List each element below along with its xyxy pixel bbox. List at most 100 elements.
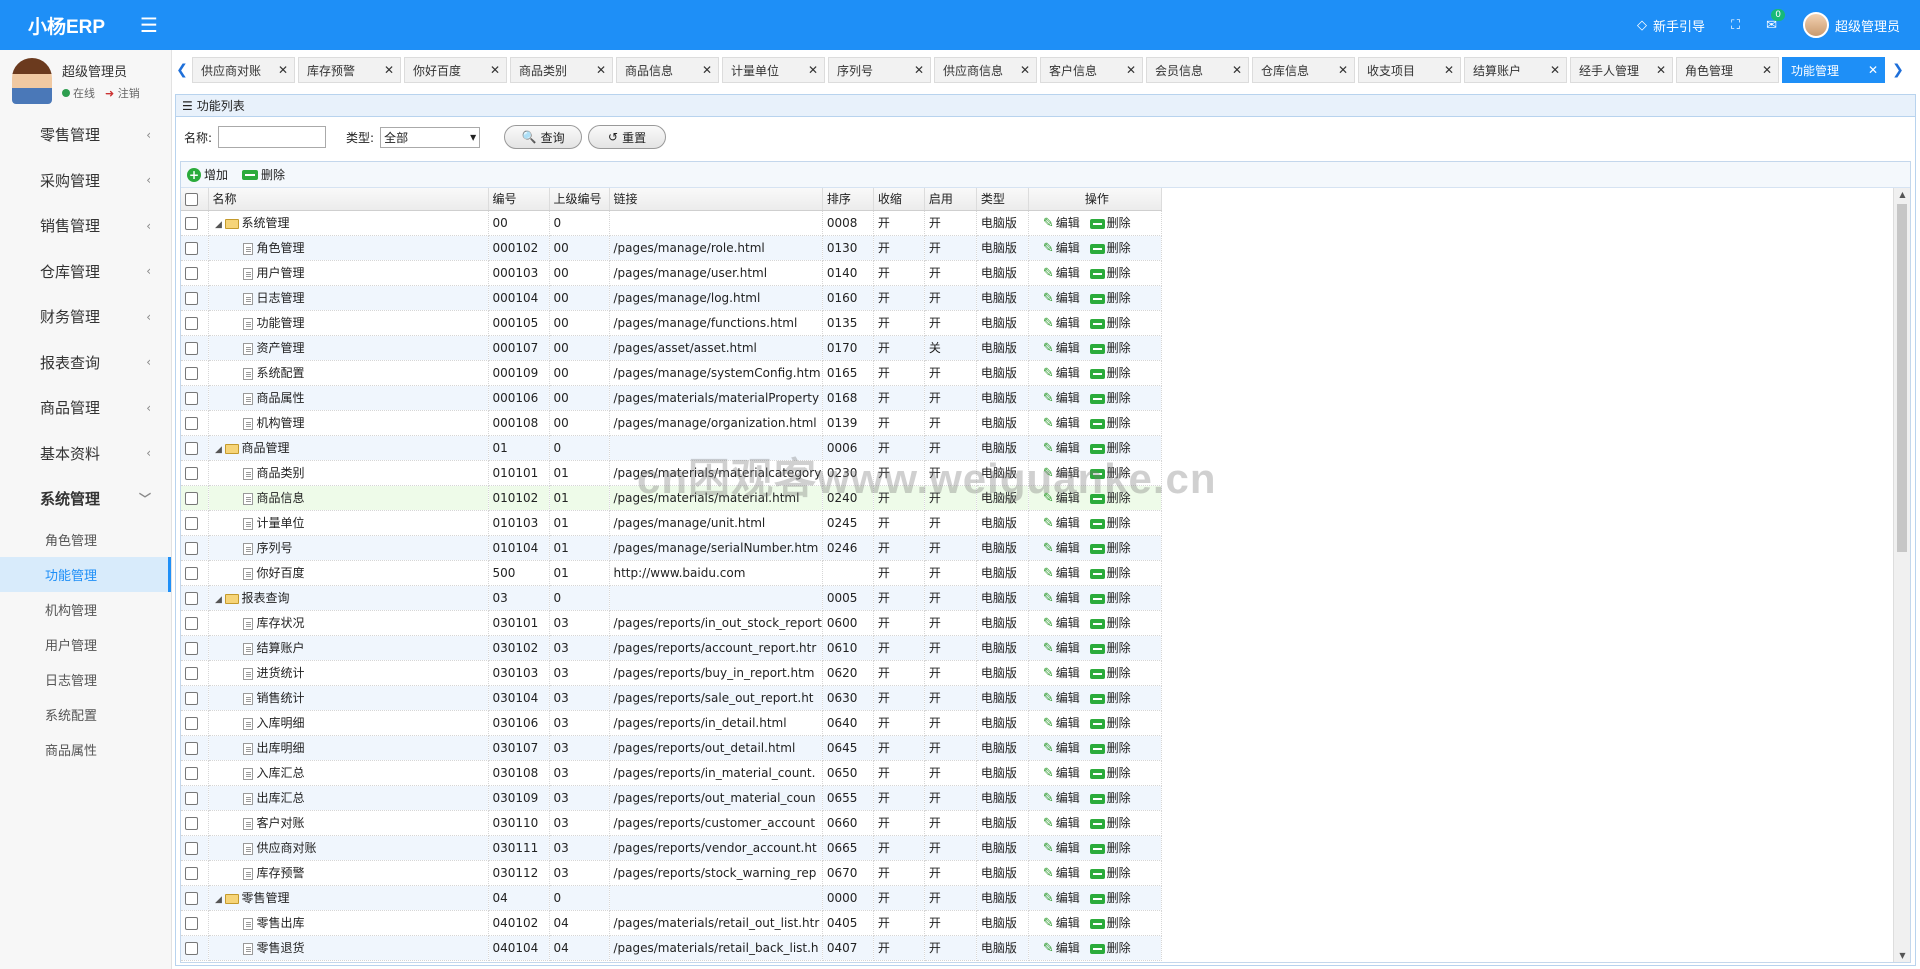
close-icon[interactable]: ✕ xyxy=(808,63,818,77)
row-delete-button[interactable]: 删除 xyxy=(1089,941,1131,955)
tab[interactable]: 结算账户 ✕ xyxy=(1464,57,1567,83)
close-icon[interactable]: ✕ xyxy=(1338,63,1348,77)
tab[interactable]: 角色管理 ✕ xyxy=(1676,57,1779,83)
row-delete-button[interactable]: 删除 xyxy=(1089,766,1131,780)
menu-toggle-icon[interactable]: ☰ xyxy=(140,13,158,37)
tab[interactable]: 商品类别 ✕ xyxy=(510,57,613,83)
table-row[interactable]: 商品类别 010101 01/pages/materials/materialcat… xyxy=(181,460,1162,486)
row-checkbox[interactable] xyxy=(181,510,209,536)
row-checkbox[interactable] xyxy=(181,810,209,836)
edit-button[interactable]: ✎ 编辑 xyxy=(1043,341,1080,356)
row-checkbox[interactable] xyxy=(181,410,209,436)
tab[interactable]: 仓库信息 ✕ xyxy=(1252,57,1355,83)
sidebar-subitem[interactable]: 机构管理 xyxy=(0,592,171,627)
row-checkbox[interactable] xyxy=(181,535,209,561)
row-checkbox[interactable] xyxy=(181,785,209,811)
row-delete-button[interactable]: 删除 xyxy=(1089,391,1131,405)
row-checkbox[interactable] xyxy=(181,635,209,661)
row-checkbox[interactable] xyxy=(181,710,209,736)
row-delete-button[interactable]: 删除 xyxy=(1089,341,1131,355)
row-checkbox[interactable] xyxy=(181,210,209,236)
close-icon[interactable]: ✕ xyxy=(384,63,394,77)
row-checkbox[interactable] xyxy=(181,460,209,486)
col-collapse[interactable]: 收缩 xyxy=(873,188,925,211)
edit-button[interactable]: ✎ 编辑 xyxy=(1043,541,1080,556)
row-checkbox[interactable] xyxy=(181,435,209,461)
logout-link[interactable]: ➜ 注销 xyxy=(105,85,140,101)
edit-button[interactable]: ✎ 编辑 xyxy=(1043,741,1080,756)
row-delete-button[interactable]: 删除 xyxy=(1089,466,1131,480)
edit-button[interactable]: ✎ 编辑 xyxy=(1043,691,1080,706)
row-delete-button[interactable]: 删除 xyxy=(1089,666,1131,680)
vertical-scrollbar[interactable]: ▲ ▼ xyxy=(1893,188,1910,962)
close-icon[interactable]: ✕ xyxy=(278,63,288,77)
delete-button[interactable]: 删除 xyxy=(242,166,285,183)
table-row[interactable]: 零售出库 040102 04/pages/materials/retail_out_… xyxy=(181,910,1162,936)
tab[interactable]: 收支项目 ✕ xyxy=(1358,57,1461,83)
edit-button[interactable]: ✎ 编辑 xyxy=(1043,716,1080,731)
table-row[interactable]: 出库汇总 030109 03/pages/reports/out_material_… xyxy=(181,785,1162,811)
row-checkbox[interactable] xyxy=(181,735,209,761)
tab[interactable]: 供应商信息 ✕ xyxy=(934,57,1037,83)
row-checkbox[interactable] xyxy=(181,910,209,936)
table-row[interactable]: 计量单位 010103 01/pages/manage/unit.html 0245 开… xyxy=(181,510,1162,536)
table-row[interactable]: 库存预警 030112 03/pages/reports/stock_warning… xyxy=(181,860,1162,886)
sidebar-item[interactable]: 报表查询 ‹ xyxy=(0,340,171,386)
table-row[interactable]: 入库汇总 030108 03/pages/reports/in_material_c… xyxy=(181,760,1162,786)
sidebar-item[interactable]: 采购管理 ‹ xyxy=(0,158,171,204)
tab[interactable]: 序列号 ✕ xyxy=(828,57,931,83)
select-all-checkbox[interactable] xyxy=(181,188,209,211)
tree-expand-icon[interactable]: ◢ xyxy=(213,445,225,455)
row-delete-button[interactable]: 删除 xyxy=(1089,441,1131,455)
close-icon[interactable]: ✕ xyxy=(596,63,606,77)
scroll-thumb[interactable] xyxy=(1897,204,1907,552)
table-row[interactable]: ◢ 商品管理 01 0 0006 开开电脑版 ✎ 编辑 删除 xyxy=(181,435,1162,461)
row-delete-button[interactable]: 删除 xyxy=(1089,566,1131,580)
row-checkbox[interactable] xyxy=(181,310,209,336)
table-row[interactable]: 用户管理 000103 00/pages/manage/user.html 0140 开… xyxy=(181,260,1162,286)
row-delete-button[interactable]: 删除 xyxy=(1089,291,1131,305)
table-row[interactable]: 入库明细 030106 03/pages/reports/in_detail.htm… xyxy=(181,710,1162,736)
row-checkbox[interactable] xyxy=(181,260,209,286)
row-checkbox[interactable] xyxy=(181,835,209,861)
table-row[interactable]: 结算账户 030102 03/pages/reports/account_repor… xyxy=(181,635,1162,661)
row-delete-button[interactable]: 删除 xyxy=(1089,641,1131,655)
name-input[interactable] xyxy=(218,126,327,148)
tab[interactable]: 客户信息 ✕ xyxy=(1040,57,1143,83)
sidebar-subitem[interactable]: 日志管理 xyxy=(0,662,171,697)
edit-button[interactable]: ✎ 编辑 xyxy=(1043,441,1080,456)
messages-button[interactable]: ✉ 0 xyxy=(1766,8,1785,33)
edit-button[interactable]: ✎ 编辑 xyxy=(1043,616,1080,631)
sidebar-subitem[interactable]: 角色管理 xyxy=(0,522,171,557)
table-row[interactable]: ◢ 系统管理 00 0 0008 开开电脑版 ✎ 编辑 删除 xyxy=(181,210,1162,236)
sidebar-item[interactable]: 仓库管理 ‹ xyxy=(0,249,171,295)
row-delete-button[interactable]: 删除 xyxy=(1089,816,1131,830)
row-delete-button[interactable]: 删除 xyxy=(1089,241,1131,255)
table-row[interactable]: 你好百度 500 01 http://www.baidu.com 开开电脑版 ✎ 编辑 删除 xyxy=(181,560,1162,586)
edit-button[interactable]: ✎ 编辑 xyxy=(1043,241,1080,256)
guide-button[interactable]: ◇ 新手引导 xyxy=(1637,16,1705,35)
query-button[interactable]: 🔍 查询 xyxy=(504,125,583,149)
row-checkbox[interactable] xyxy=(181,860,209,886)
table-row[interactable]: 机构管理 000108 00/pages/manage/organization.h… xyxy=(181,410,1162,436)
row-checkbox[interactable] xyxy=(181,285,209,311)
edit-button[interactable]: ✎ 编辑 xyxy=(1043,791,1080,806)
row-checkbox[interactable] xyxy=(181,885,209,911)
table-row[interactable]: 系统配置 000109 00/pages/manage/systemConfig.h… xyxy=(181,360,1162,386)
row-delete-button[interactable]: 删除 xyxy=(1089,316,1131,330)
tab[interactable]: 经手人管理 ✕ xyxy=(1570,57,1673,83)
close-icon[interactable]: ✕ xyxy=(914,63,924,77)
edit-button[interactable]: ✎ 编辑 xyxy=(1043,666,1080,681)
edit-button[interactable]: ✎ 编辑 xyxy=(1043,916,1080,931)
table-row[interactable]: 零售退货 040104 04/pages/materials/retail_back… xyxy=(181,935,1162,961)
col-sort[interactable]: 排序 xyxy=(822,188,874,211)
close-icon[interactable]: ✕ xyxy=(1656,63,1666,77)
edit-button[interactable]: ✎ 编辑 xyxy=(1043,291,1080,306)
table-row[interactable]: 销售统计 030104 03/pages/reports/sale_out_repo… xyxy=(181,685,1162,711)
table-row[interactable]: 角色管理 000102 00/pages/manage/role.html 0130 开… xyxy=(181,235,1162,261)
tab[interactable]: 商品信息 ✕ xyxy=(616,57,719,83)
row-delete-button[interactable]: 删除 xyxy=(1089,266,1131,280)
close-icon[interactable]: ✕ xyxy=(1126,63,1136,77)
row-delete-button[interactable]: 删除 xyxy=(1089,866,1131,880)
col-type[interactable]: 类型 xyxy=(976,188,1029,211)
